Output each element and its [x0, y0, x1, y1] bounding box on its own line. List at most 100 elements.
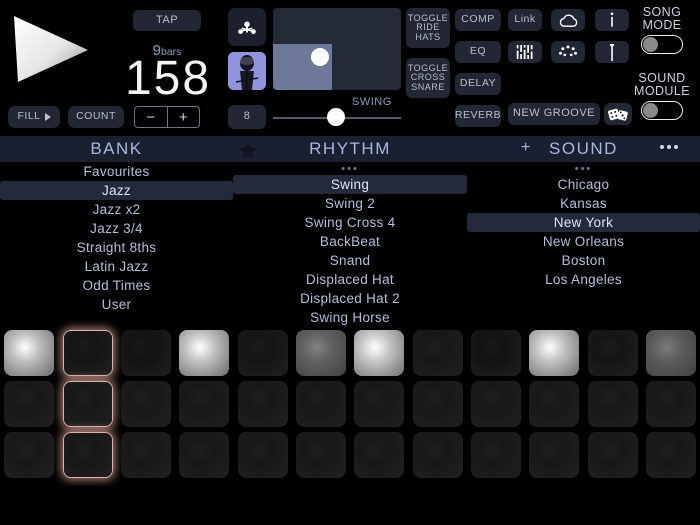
- rhythm-item[interactable]: Swing: [233, 175, 467, 194]
- xy-pad[interactable]: [273, 8, 401, 90]
- pad-r3-c1[interactable]: [4, 432, 54, 478]
- pad-r3-c8[interactable]: [413, 432, 463, 478]
- pad-grid[interactable]: [0, 330, 700, 485]
- pad-r1-c6[interactable]: [296, 330, 346, 376]
- tempo-increment-button[interactable]: +: [168, 107, 200, 127]
- pad-r1-c2[interactable]: [63, 330, 113, 376]
- pad-r2-c2[interactable]: [63, 381, 113, 427]
- rhythm-item[interactable]: Swing 2: [233, 194, 467, 213]
- cross-line-3: SNARE: [411, 81, 445, 92]
- count-button[interactable]: COUNT: [68, 106, 124, 128]
- tempo-display[interactable]: 158: [118, 55, 218, 103]
- tempo-stepper[interactable]: − +: [134, 106, 200, 128]
- song-mode-toggle[interactable]: [641, 35, 683, 54]
- play-button[interactable]: [8, 10, 94, 88]
- pad-r3-c9[interactable]: [471, 432, 521, 478]
- pad-r2-c7[interactable]: [354, 381, 404, 427]
- pad-r3-c4[interactable]: [179, 432, 229, 478]
- pad-r2-c12[interactable]: [646, 381, 696, 427]
- drumstick-button[interactable]: [595, 41, 629, 63]
- bank-item[interactable]: Jazz 3/4: [0, 219, 233, 238]
- rhythm-item[interactable]: Snand: [233, 251, 467, 270]
- sound-more-button[interactable]: [660, 145, 678, 149]
- pad-r2-c5[interactable]: [238, 381, 288, 427]
- bank-list[interactable]: Favourites Jazz Jazz x2 Jazz 3/4 Straight 8t…: [0, 162, 233, 330]
- pad-r2-c4[interactable]: [179, 381, 229, 427]
- pad-r1-c8[interactable]: [413, 330, 463, 376]
- pad-r3-c7[interactable]: [354, 432, 404, 478]
- mixer-button[interactable]: [508, 41, 542, 63]
- sound-item[interactable]: New Orleans: [467, 232, 700, 251]
- rhythm-item[interactable]: Swing Horse: [233, 308, 467, 327]
- pad-r3-c3[interactable]: [121, 432, 171, 478]
- pad-r1-c4[interactable]: [179, 330, 229, 376]
- pad-r2-c6[interactable]: [296, 381, 346, 427]
- bank-item[interactable]: Jazz: [0, 181, 233, 200]
- eq-button[interactable]: EQ: [455, 41, 501, 63]
- pad-r1-c1[interactable]: [4, 330, 54, 376]
- cloud-button[interactable]: [551, 9, 585, 31]
- comp-button[interactable]: COMP: [455, 9, 501, 31]
- pad-r2-c11[interactable]: [588, 381, 638, 427]
- rhythm-item[interactable]: Swing Cross 4: [233, 213, 467, 232]
- xy-pad-knob[interactable]: [311, 48, 329, 66]
- sound-item[interactable]: Kansas: [467, 194, 700, 213]
- song-mode-switch[interactable]: SONG MODE: [627, 6, 697, 54]
- reverb-button[interactable]: REVERB: [455, 105, 501, 127]
- info-button[interactable]: [595, 9, 629, 31]
- rhythm-item[interactable]: Displaced Hat 2: [233, 289, 467, 308]
- sound-item[interactable]: Chicago: [467, 175, 700, 194]
- sound-item[interactable]: Los Angeles: [467, 270, 700, 289]
- pad-r2-c10[interactable]: [529, 381, 579, 427]
- rhythm-list[interactable]: ••• Swing Swing 2 Swing Cross 4 BackBeat Snan…: [233, 162, 467, 330]
- toggle-ride-hats-button[interactable]: TOGGLE RIDE HATS: [406, 8, 450, 48]
- metronome-button[interactable]: [228, 8, 266, 46]
- pad-r1-c12[interactable]: [646, 330, 696, 376]
- drum-tuning-button[interactable]: [551, 41, 585, 63]
- pad-r1-c11[interactable]: [588, 330, 638, 376]
- bank-item[interactable]: Odd Times: [0, 276, 233, 295]
- bank-item[interactable]: Jazz x2: [0, 200, 233, 219]
- sound-module-toggle[interactable]: [641, 101, 683, 120]
- new-groove-button[interactable]: NEW GROOVE: [508, 103, 600, 125]
- bank-item[interactable]: Straight 8ths: [0, 238, 233, 257]
- add-sound-button[interactable]: +: [521, 139, 530, 157]
- pad-r3-c6[interactable]: [296, 432, 346, 478]
- rhythm-item[interactable]: Displaced Hat: [233, 270, 467, 289]
- pad-r3-c12[interactable]: [646, 432, 696, 478]
- pad-r2-c1[interactable]: [4, 381, 54, 427]
- pad-r1-c7[interactable]: [354, 330, 404, 376]
- pad-r2-c9[interactable]: [471, 381, 521, 427]
- pad-r3-c5[interactable]: [238, 432, 288, 478]
- pad-r1-c9[interactable]: [471, 330, 521, 376]
- pad-r1-c3[interactable]: [121, 330, 171, 376]
- sound-module-label-2: MODULE: [634, 84, 690, 98]
- fill-label: FILL: [17, 110, 41, 123]
- steps-button[interactable]: 8: [228, 105, 266, 129]
- sound-module-switch[interactable]: SOUND MODULE: [627, 72, 697, 120]
- rhythm-ellipsis[interactable]: •••: [233, 162, 467, 175]
- toggle-cross-snare-button[interactable]: TOGGLE CROSS SNARE: [406, 58, 450, 98]
- swing-slider-knob[interactable]: [327, 108, 345, 126]
- artwork-thumbnail[interactable]: [228, 52, 266, 90]
- pad-r2-c8[interactable]: [413, 381, 463, 427]
- sound-list[interactable]: ••• Chicago Kansas New York New Orleans Bosto…: [467, 162, 700, 330]
- rhythm-item[interactable]: BackBeat: [233, 232, 467, 251]
- delay-button[interactable]: DELAY: [455, 73, 501, 95]
- pad-r1-c10[interactable]: [529, 330, 579, 376]
- tap-tempo-button[interactable]: TAP: [133, 10, 201, 31]
- bank-item[interactable]: Latin Jazz: [0, 257, 233, 276]
- link-button[interactable]: Link: [508, 9, 542, 31]
- bank-item[interactable]: Favourites: [0, 162, 233, 181]
- pad-r3-c10[interactable]: [529, 432, 579, 478]
- tempo-decrement-button[interactable]: −: [135, 107, 168, 127]
- sound-item[interactable]: Boston: [467, 251, 700, 270]
- pad-r3-c11[interactable]: [588, 432, 638, 478]
- fill-button[interactable]: FILL: [8, 106, 60, 128]
- pad-r1-c5[interactable]: [238, 330, 288, 376]
- bank-item[interactable]: User: [0, 295, 233, 314]
- sound-ellipsis[interactable]: •••: [467, 162, 700, 175]
- sound-item[interactable]: New York: [467, 213, 700, 232]
- pad-r3-c2[interactable]: [63, 432, 113, 478]
- pad-r2-c3[interactable]: [121, 381, 171, 427]
